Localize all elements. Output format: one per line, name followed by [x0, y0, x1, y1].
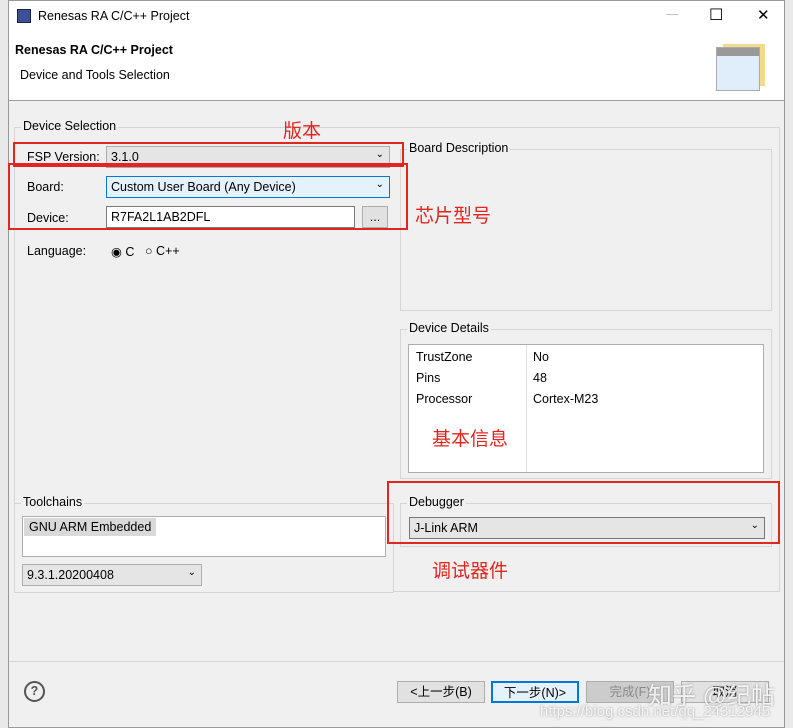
window-title: Renesas RA C/C++ Project [38, 9, 190, 23]
table-row: 48 [533, 371, 547, 385]
close-button[interactable]: ✕ [757, 6, 770, 24]
board-description-label: Board Description [407, 141, 511, 155]
watermark-url: https://blog.csdn.net/qq_24312945 [540, 703, 771, 720]
table-row: Pins [416, 371, 440, 385]
device-details-table: TrustZone No Pins 48 Processor Cortex-M2… [408, 344, 764, 473]
device-selection-label: Device Selection [21, 119, 119, 133]
language-cpp-radio[interactable]: ○ C++ [145, 244, 180, 258]
detail-key: Pins [416, 371, 441, 385]
annotation-box-debugger [387, 481, 780, 544]
annotation-version: 版本 [283, 121, 322, 142]
toolchains-label: Toolchains [21, 495, 85, 509]
toolchains-group: Toolchains GNU ARM Embedded 9.3.1.202004… [14, 495, 394, 593]
detail-key: TrustZone [416, 350, 473, 364]
toolchain-version-select[interactable]: 9.3.1.20200408 ⌄ [22, 564, 202, 586]
table-row: No [533, 350, 549, 364]
device-details-label: Device Details [407, 321, 491, 335]
annotation-info: 基本信息 [432, 429, 509, 450]
annotation-chip: 芯片型号 [415, 206, 492, 227]
dialog-window: Renesas RA C/C++ Project — ☐ ✕ Renesas R… [8, 0, 785, 728]
toolchain-list[interactable]: GNU ARM Embedded [22, 516, 386, 557]
table-row: Processor [416, 392, 472, 406]
button-bar-divider [9, 661, 784, 662]
app-icon [17, 9, 31, 23]
detail-key: Processor [416, 392, 473, 406]
table-row: Cortex-M23 [533, 392, 598, 406]
page-title: Renesas RA C/C++ Project [15, 43, 173, 57]
annotation-debugger: 调试器件 [432, 561, 509, 582]
minimize-button[interactable]: — [666, 7, 679, 21]
toolchain-version-value: 9.3.1.20200408 [27, 568, 114, 582]
radio-label: C++ [156, 244, 180, 258]
page-subtitle: Device and Tools Selection [20, 68, 170, 82]
wizard-header: Renesas RA C/C++ Project Device and Tool… [9, 31, 784, 101]
back-button[interactable]: <上一步(B) [397, 681, 485, 703]
table-row: TrustZone [416, 350, 473, 364]
toolchain-item[interactable]: GNU ARM Embedded [24, 518, 157, 536]
device-details-group: Device Details TrustZone No Pins 48 Proc… [400, 321, 772, 479]
detail-value: No [533, 350, 549, 364]
language-label: Language: [27, 244, 87, 258]
detail-value: 48 [533, 371, 547, 385]
annotation-box-chip [8, 163, 408, 230]
language-c-radio[interactable]: ◉ C [111, 244, 134, 259]
radio-label: C [125, 245, 135, 259]
help-button[interactable]: ? [24, 681, 45, 702]
title-bar: Renesas RA C/C++ Project — ☐ ✕ [9, 1, 784, 31]
column-divider [526, 345, 527, 472]
chevron-down-icon: ⌄ [187, 567, 196, 578]
maximize-button[interactable]: ☐ [709, 5, 723, 25]
wizard-banner-icon [716, 47, 760, 91]
board-description-group: Board Description [400, 141, 772, 311]
detail-value: Cortex-M23 [533, 392, 599, 406]
next-button[interactable]: 下一步(N)> [491, 681, 579, 703]
